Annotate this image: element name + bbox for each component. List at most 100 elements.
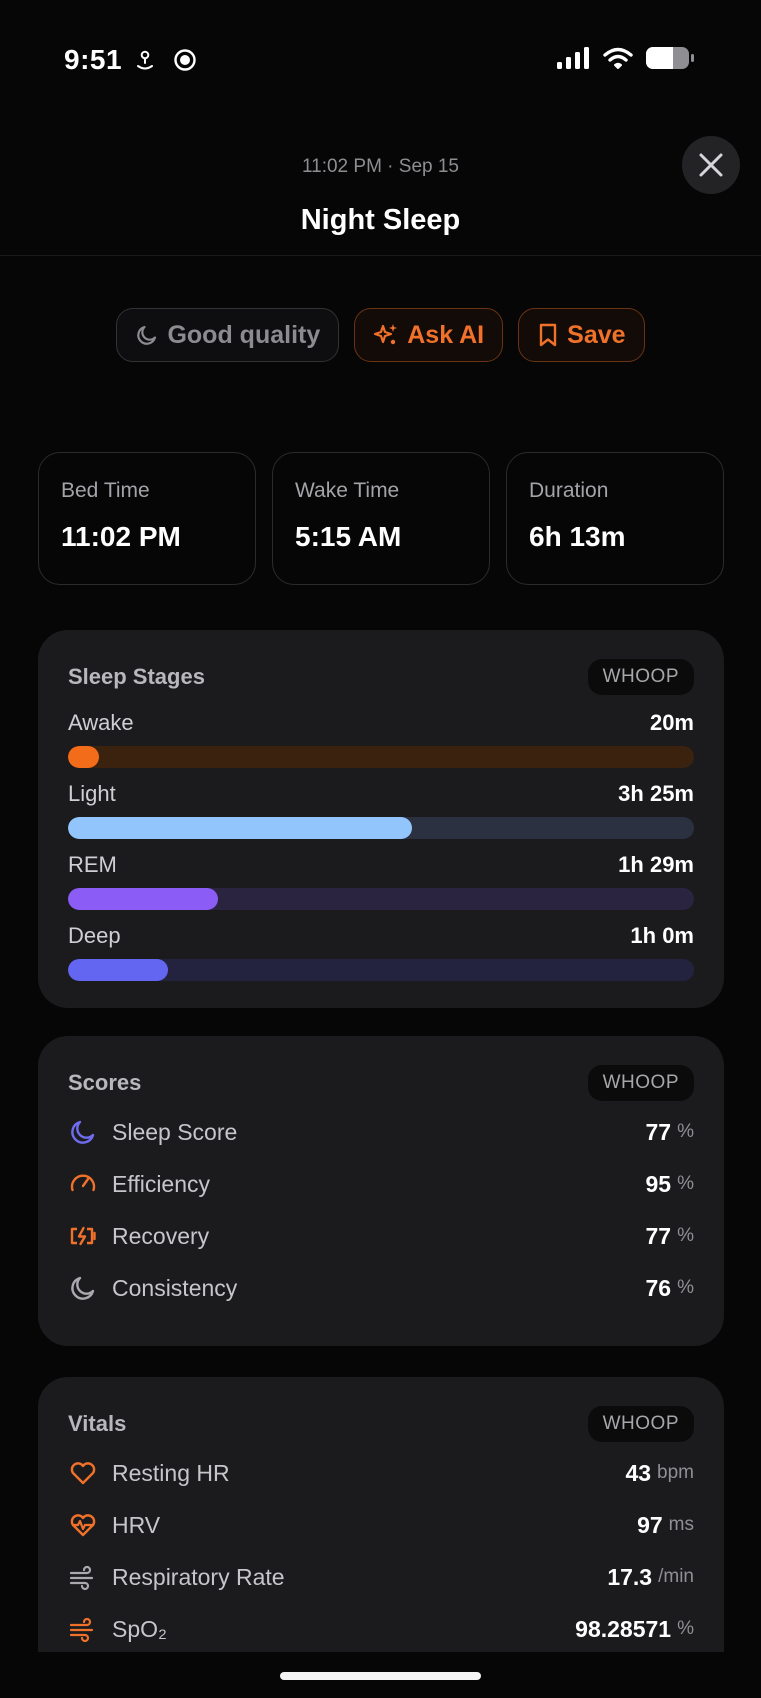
metric-value: 97 [637, 1511, 663, 1538]
panel-title: Sleep Stages [68, 664, 205, 689]
moon-outline-icon [71, 1276, 95, 1300]
metric-value: 77 [645, 1222, 672, 1249]
stage-rem: REM 1h 29m [68, 848, 694, 910]
metric-label: Efficiency [112, 1170, 211, 1197]
metric-value: 77 [645, 1118, 672, 1145]
close-button[interactable] [682, 136, 740, 194]
heart-icon [70, 1462, 96, 1485]
stage-bar [68, 817, 413, 839]
stage-value: 1h 0m [630, 923, 694, 948]
vital-row-hrv: HRV 97 ms [68, 1499, 694, 1551]
wifi-icon [603, 47, 633, 69]
metric-label: Respiratory Rate [112, 1563, 285, 1590]
metric-unit: % [677, 1225, 694, 1246]
metric-value: 43 [625, 1459, 652, 1486]
stage-track [68, 959, 694, 981]
stat-value: 11:02 PM [61, 521, 181, 552]
close-icon [699, 153, 723, 177]
status-bar: 9:51 [0, 0, 761, 120]
stage-awake: Awake 20m [68, 706, 694, 768]
score-row-recovery: Recovery 77 % [68, 1210, 694, 1262]
battery-icon [646, 47, 694, 69]
stage-track [68, 817, 694, 839]
save-label: Save [567, 320, 626, 349]
panel-title: Scores [68, 1070, 142, 1095]
moon-icon [71, 1120, 95, 1144]
moon-icon [137, 325, 157, 345]
metric-label: Consistency [112, 1274, 238, 1301]
sleep-times: Bed Time 11:02 PM Wake Time 5:15 AM Dura… [38, 452, 724, 585]
metric-unit: ms [668, 1514, 694, 1535]
stat-label: Duration [529, 479, 609, 502]
stage-list: Awake 20m Light 3h 25m REM 1h 29m Deep 1… [68, 706, 694, 981]
stage-bar [68, 888, 219, 910]
vitals-panel: Vitals WHOOP Resting HR 43 bpm HRV 97 ms [38, 1377, 724, 1697]
action-chips: Good quality Ask AI Save [0, 308, 761, 362]
stage-value: 20m [649, 710, 694, 735]
stage-bar [68, 959, 169, 981]
cellular-signal-icon [557, 47, 589, 69]
stage-bar [68, 746, 100, 768]
sleep-datetime: 11:02 PM · Sep 15 [301, 156, 460, 177]
stage-label: Light [68, 781, 116, 806]
metric-value: 17.3 [607, 1563, 653, 1590]
metric-unit: % [677, 1277, 694, 1298]
sheet-header: 11:02 PM · Sep 15 Night Sleep [0, 120, 761, 256]
stat-label: Wake Time [295, 479, 400, 502]
bookmark-icon [539, 323, 557, 347]
ask-ai-button[interactable]: Ask AI [354, 308, 504, 362]
panel-title: Vitals [68, 1411, 127, 1436]
stat-label: Bed Time [61, 479, 150, 502]
vital-row-spo2: SpO₂ 98.28571 % [68, 1603, 694, 1655]
save-button[interactable]: Save [518, 308, 645, 362]
screen-record-icon [174, 49, 196, 71]
wind-orange-icon [69, 1617, 94, 1643]
quality-label: Good quality [167, 320, 321, 349]
page-title: Night Sleep [300, 204, 461, 236]
sleep-stages-panel: Sleep Stages WHOOP Awake 20m Light 3h 25… [38, 630, 724, 1008]
quality-badge: Good quality [116, 308, 340, 362]
status-time: 9:51 [64, 44, 123, 75]
duration-card: Duration 6h 13m [506, 452, 724, 585]
source-badge: WHOOP [587, 659, 694, 695]
scores-panel: Scores WHOOP Sleep Score 77 % Efficiency… [38, 1036, 724, 1346]
stage-value: 1h 29m [618, 852, 694, 877]
stat-value: 5:15 AM [295, 521, 402, 552]
gauge-icon [70, 1174, 96, 1192]
stage-label: REM [68, 852, 117, 877]
home-indicator[interactable] [280, 1672, 481, 1680]
wind-icon [69, 1565, 94, 1591]
sparkles-icon [374, 324, 398, 345]
stat-value: 6h 13m [529, 521, 626, 552]
stage-value: 3h 25m [618, 781, 694, 806]
vital-row-resting-hr: Resting HR 43 bpm [68, 1447, 694, 1499]
stage-light: Light 3h 25m [68, 777, 694, 839]
vital-row-respiratory: Respiratory Rate 17.3 /min [68, 1551, 694, 1603]
score-row-efficiency: Efficiency 95 % [68, 1158, 694, 1210]
metric-value: 98.28571 [575, 1615, 672, 1642]
stage-track [68, 888, 694, 910]
metric-label: Sleep Score [112, 1118, 238, 1145]
metric-unit: bpm [657, 1462, 694, 1483]
metric-unit: % [677, 1618, 694, 1639]
stage-label: Deep [68, 923, 121, 948]
metric-value: 76 [645, 1274, 672, 1301]
ask-ai-label: Ask AI [407, 320, 485, 349]
source-badge: WHOOP [587, 1406, 694, 1442]
stage-track [68, 746, 694, 768]
bed-time-card: Bed Time 11:02 PM [38, 452, 256, 585]
metric-label: SpO₂ [112, 1615, 167, 1642]
metric-value: 95 [645, 1170, 672, 1197]
metric-label: HRV [112, 1511, 161, 1538]
stage-label: Awake [68, 710, 134, 735]
metric-label: Resting HR [112, 1459, 230, 1486]
score-row-sleep: Sleep Score 77 % [68, 1106, 694, 1158]
metric-unit: % [677, 1121, 694, 1142]
stage-deep: Deep 1h 0m [68, 919, 694, 981]
source-badge: WHOOP [587, 1065, 694, 1101]
score-row-consistency: Consistency 76 % [68, 1262, 694, 1314]
metric-unit: /min [658, 1566, 694, 1587]
metric-label: Recovery [112, 1222, 210, 1249]
heart-pulse-icon [70, 1514, 96, 1537]
metric-unit: % [677, 1173, 694, 1194]
